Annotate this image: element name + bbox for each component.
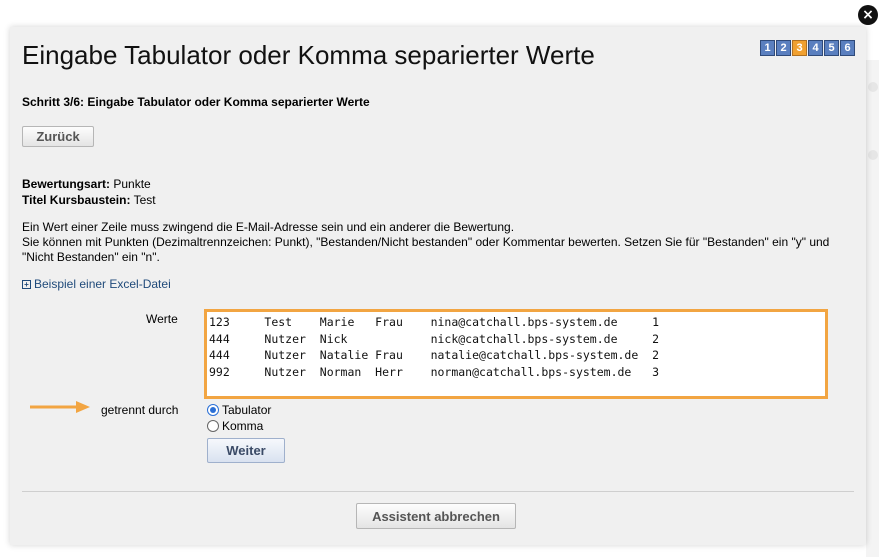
step-4: 4: [808, 40, 823, 56]
step-1: 1: [760, 40, 775, 56]
rating-type-label: Bewertungsart:: [22, 177, 111, 191]
radio-tabulator-indicator[interactable]: [207, 404, 219, 416]
radio-tabulator-label: Tabulator: [222, 403, 272, 417]
background-page-strip: [866, 60, 879, 557]
dialog-title: Eingabe Tabulator oder Komma separierter…: [22, 40, 595, 70]
example-link-label: Beispiel einer Excel-Datei: [34, 277, 171, 291]
values-textarea[interactable]: 123 Test Marie Frau nina@catchall.bps-sy…: [204, 309, 828, 399]
values-label: Werte: [146, 312, 178, 326]
step-indicator: 1 2 3 4 5 6: [760, 40, 855, 56]
radio-tabulator[interactable]: Tabulator: [207, 403, 271, 417]
expand-plus-icon: +: [22, 279, 31, 289]
step-6: 6: [840, 40, 855, 56]
step-3-active: 3: [792, 40, 807, 56]
description-line-2: Sie können mit Punkten (Dezimaltrennzeic…: [22, 235, 830, 264]
cancel-wizard-button[interactable]: Assistent abbrechen: [356, 503, 516, 529]
step-label: Schritt 3/6: Eingabe Tabulator oder Komm…: [22, 95, 370, 109]
next-button[interactable]: Weiter: [207, 438, 285, 463]
description: Ein Wert einer Zeile muss zwingend die E…: [22, 220, 842, 265]
step-2: 2: [776, 40, 791, 56]
rating-type-value: Punkte: [110, 177, 151, 191]
back-button[interactable]: Zurück: [22, 126, 94, 147]
course-title-value: Test: [130, 193, 156, 207]
wizard-dialog: Eingabe Tabulator oder Komma separierter…: [10, 27, 866, 545]
radio-komma[interactable]: Komma: [207, 419, 263, 433]
radio-komma-indicator[interactable]: [207, 420, 219, 432]
example-excel-link[interactable]: + Beispiel einer Excel-Datei: [22, 277, 171, 291]
rating-type: Bewertungsart: Punkte: [22, 177, 151, 191]
arrow-right-icon: [30, 401, 90, 413]
values-content: 123 Test Marie Frau nina@catchall.bps-sy…: [209, 315, 660, 379]
close-icon[interactable]: ×: [858, 5, 878, 25]
background-icon: [868, 150, 878, 160]
description-line-1: Ein Wert einer Zeile muss zwingend die E…: [22, 220, 515, 234]
course-title-label: Titel Kursbaustein:: [22, 193, 131, 207]
divider: [22, 491, 854, 492]
separator-label: getrennt durch: [101, 403, 179, 417]
background-icon: [868, 82, 878, 92]
radio-komma-label: Komma: [222, 419, 264, 433]
step-5: 5: [824, 40, 839, 56]
course-title: Titel Kursbaustein: Test: [22, 193, 156, 207]
